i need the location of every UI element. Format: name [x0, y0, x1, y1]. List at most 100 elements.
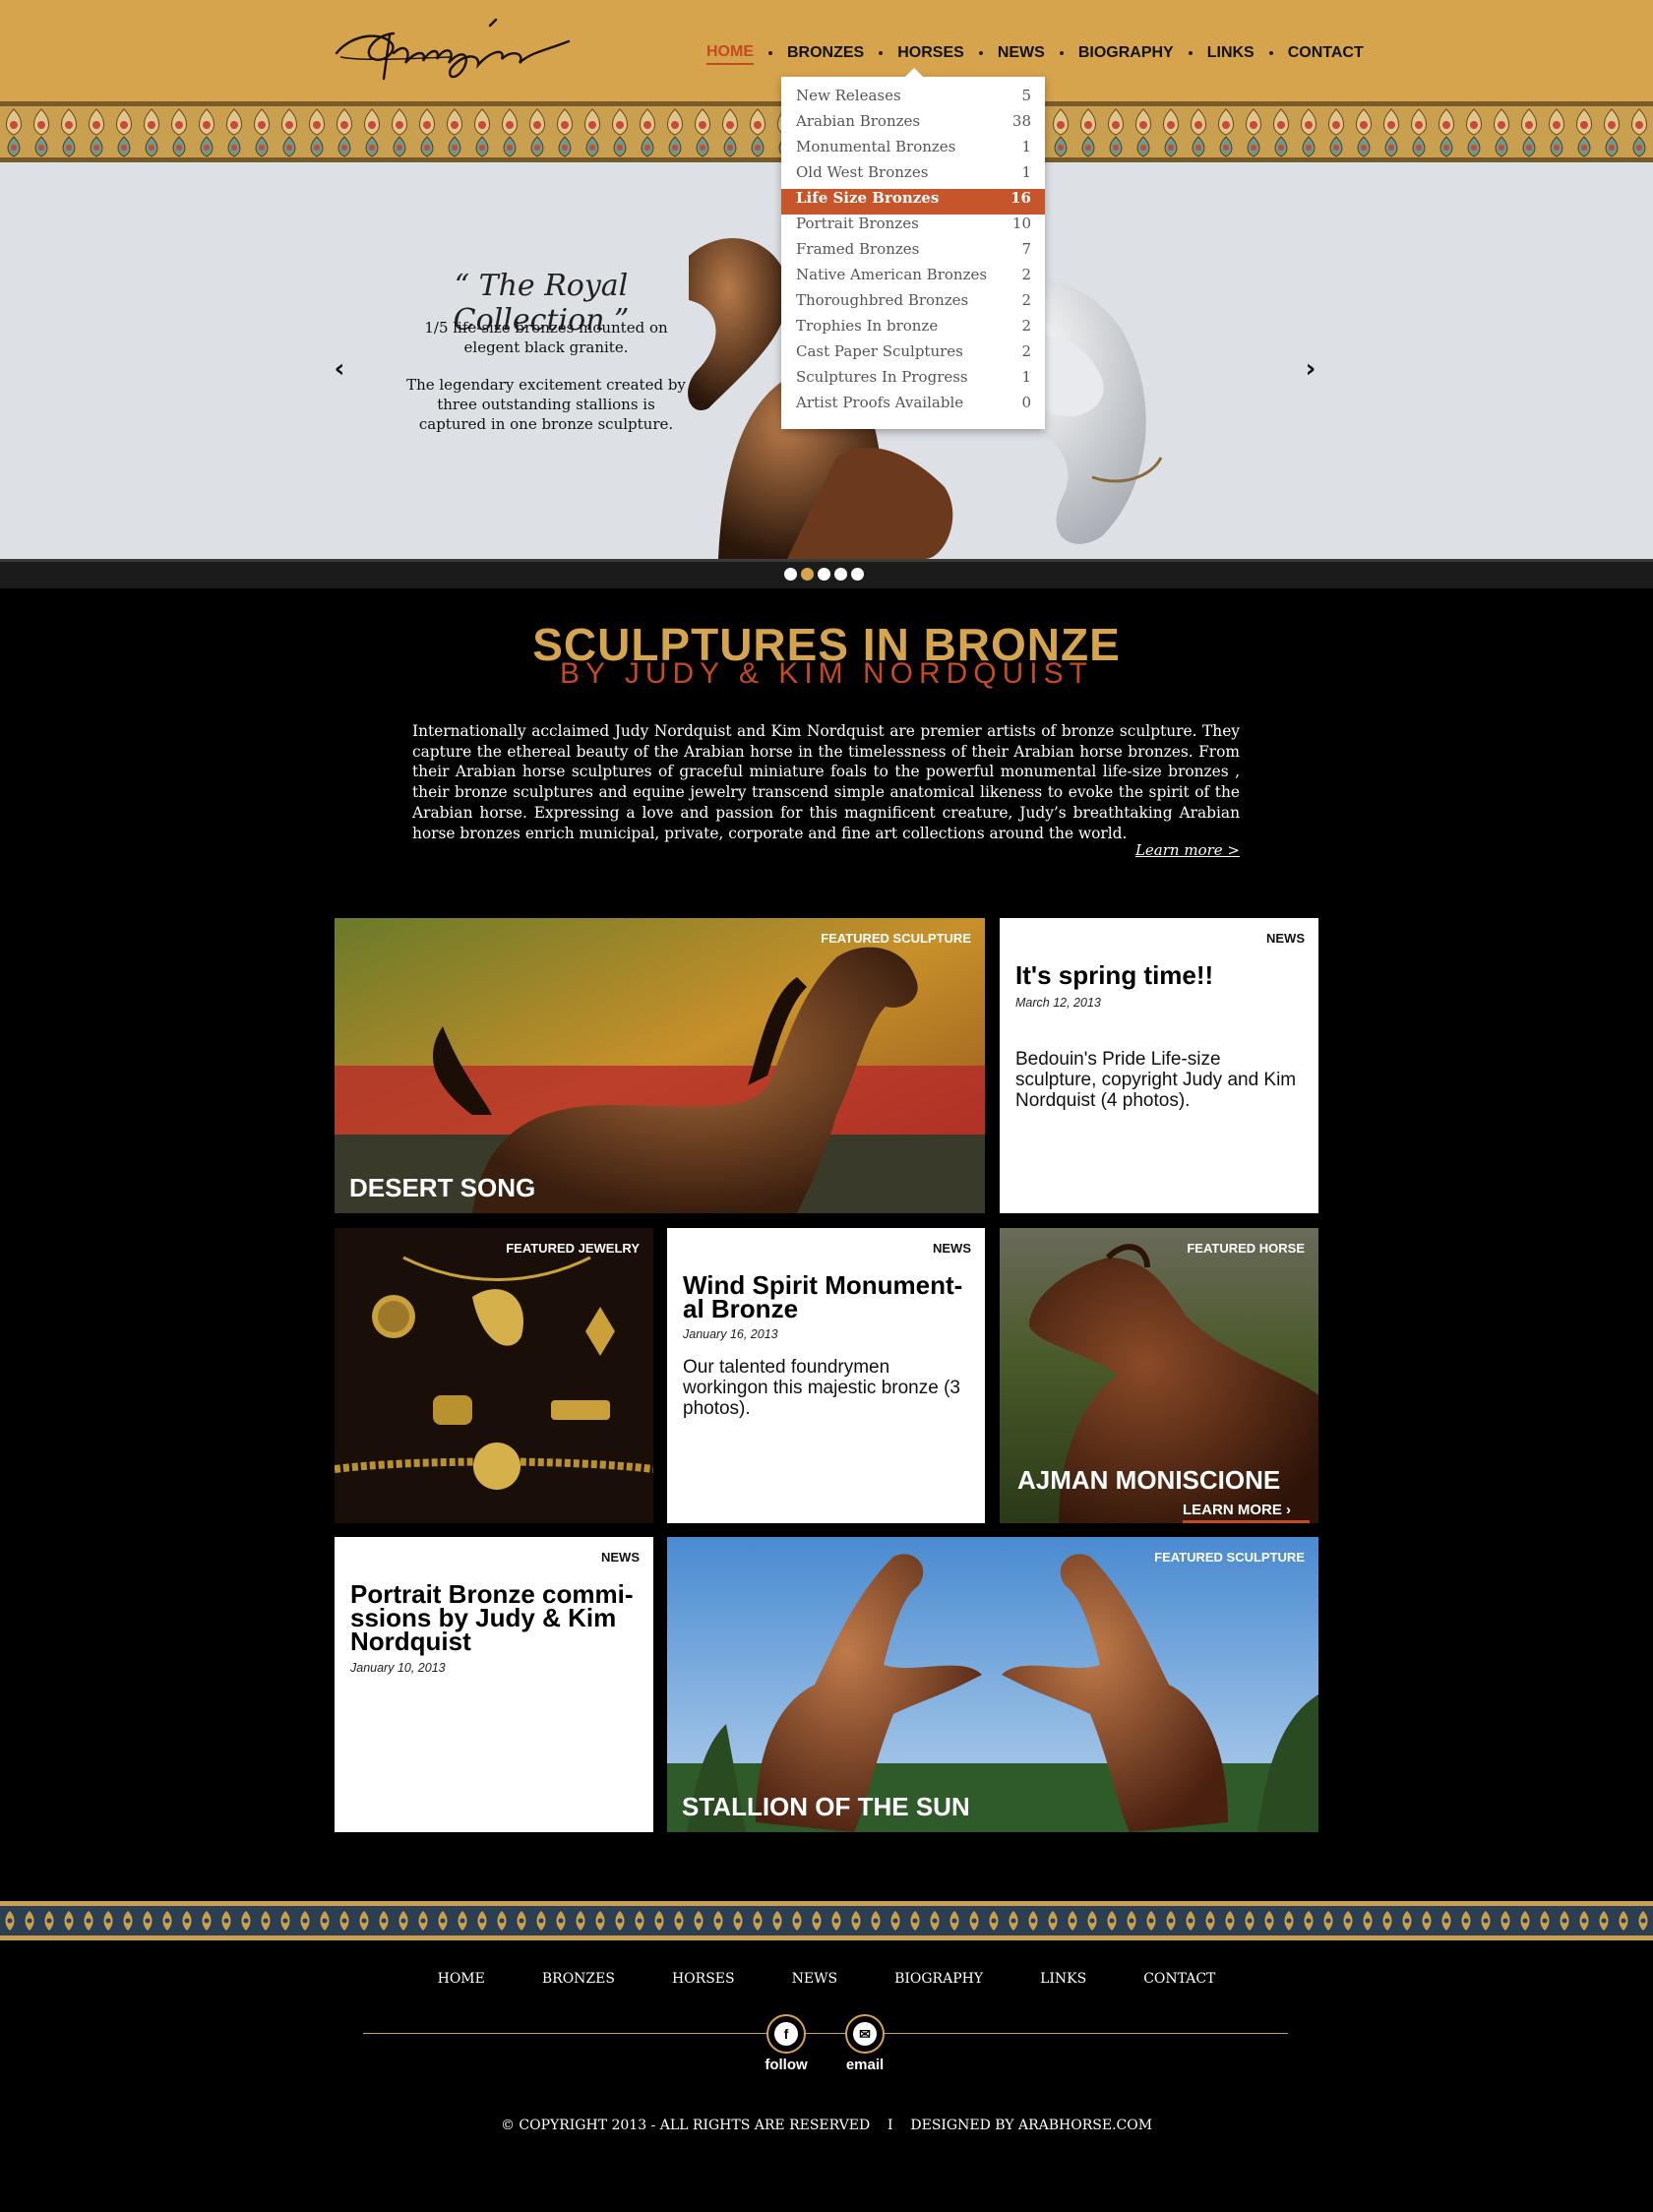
slide-dot[interactable] [851, 568, 864, 581]
dropdown-item-label: Arabian Bronzes [796, 112, 921, 130]
dropdown-item-artist-proofs-available[interactable]: Artist Proofs Available 0 [781, 394, 1045, 419]
dropdown-item-cast-paper-sculptures[interactable]: Cast Paper Sculptures 2 [781, 342, 1045, 368]
tile-title: STALLION OF THE SUN [682, 1792, 970, 1821]
dropdown-item-count: 2 [1021, 291, 1031, 309]
hero-description: 1/5 life-size bronzes mounted on elegent… [424, 319, 668, 356]
ornamental-border-footer [0, 1901, 1653, 1940]
news-title: Wind Spirit Monument-al Bronze [683, 1270, 963, 1323]
dropdown-item-label: Cast Paper Sculptures [796, 342, 963, 360]
nav-separator [978, 51, 983, 55]
news-card-spring-time[interactable]: NEWS It's spring time!! March 12, 2013 B… [1000, 918, 1318, 1213]
nav-bronzes[interactable]: BRONZES [787, 42, 864, 64]
dropdown-item-label: Old West Bronzes [796, 163, 929, 181]
dropdown-item-arabian-bronzes[interactable]: Arabian Bronzes 38 [781, 112, 1045, 138]
slide-dot[interactable] [818, 568, 830, 581]
tile-tag: FEATURED HORSE [1187, 1241, 1305, 1256]
dropdown-item-label: Native American Bronzes [796, 266, 988, 283]
follow-label: follow [765, 2057, 808, 2073]
footer-link-bronzes[interactable]: BRONZES [542, 1971, 615, 1987]
nav-separator [1059, 51, 1064, 55]
slide-dot[interactable] [784, 568, 797, 581]
featured-horse-ajman-moniscione[interactable]: FEATURED HORSE AJMAN MONISCIONE LEARN MO… [1000, 1228, 1318, 1523]
footer-link-contact[interactable]: CONTACT [1143, 1971, 1215, 1987]
nav-biography[interactable]: BIOGRAPHY [1078, 42, 1174, 64]
news-card-portrait-bronze[interactable]: NEWS Portrait Bronze commi-ssions by Jud… [335, 1537, 653, 1832]
news-excerpt: Bedouin's Pride Life-size sculpture, cop… [1015, 1049, 1297, 1111]
footer-link-news[interactable]: NEWS [792, 1971, 837, 1987]
hero-description-secondary: The legendary excitement created by thre… [406, 376, 686, 433]
dropdown-item-thoroughbred-bronzes[interactable]: Thoroughbred Bronzes 2 [781, 291, 1045, 317]
nav-separator [1268, 51, 1273, 55]
dropdown-item-framed-bronzes[interactable]: Framed Bronzes 7 [781, 240, 1045, 266]
dropdown-item-monumental-bronzes[interactable]: Monumental Bronzes 1 [781, 138, 1045, 163]
dropdown-item-label: Framed Bronzes [796, 240, 920, 258]
slide-dot[interactable] [834, 568, 847, 581]
jewelry-photo [335, 1228, 653, 1523]
intro-body: Internationally acclaimed Judy Nordquist… [412, 722, 1240, 842]
dropdown-item-count: 2 [1021, 266, 1031, 283]
featured-sculpture-desert-song[interactable]: FEATURED SCULPTURE DESERT SONG [335, 918, 985, 1213]
tile-tag: FEATURED SCULPTURE [1154, 1550, 1305, 1565]
nordquist-signature-logo[interactable] [333, 14, 573, 94]
news-title: It's spring time!! [1015, 960, 1214, 990]
email-label: email [845, 2057, 885, 2073]
slider-pagination [784, 568, 868, 581]
tile-tag: FEATURED JEWELRY [506, 1241, 640, 1256]
dropdown-item-label: Monumental Bronzes [796, 138, 956, 155]
news-date: January 10, 2013 [350, 1661, 446, 1675]
nav-news[interactable]: NEWS [998, 42, 1045, 64]
dropdown-item-count: 5 [1021, 87, 1031, 104]
dropdown-item-count: 2 [1021, 342, 1031, 360]
copyright-text: © COPYRIGHT 2013 - ALL RIGHTS ARE RESERV… [500, 2118, 1153, 2133]
email-button[interactable]: ✉ [845, 2014, 885, 2054]
footer-link-biography[interactable]: BIOGRAPHY [894, 1971, 983, 1987]
dropdown-item-trophies-in-bronze[interactable]: Trophies In bronze 2 [781, 317, 1045, 342]
learn-more-link[interactable]: Learn more > [1082, 841, 1240, 859]
dropdown-item-life-size-bronzes[interactable]: Life Size Bronzes 16 [781, 189, 1045, 215]
footer-link-horses[interactable]: HORSES [672, 1971, 735, 1987]
nav-home[interactable]: HOME [706, 41, 754, 65]
nav-separator [768, 51, 772, 55]
slider-prev-arrow-icon[interactable]: ‹ [328, 354, 351, 384]
tile-tag: NEWS [1266, 931, 1305, 946]
news-excerpt: Our talented foundrymen workingon this m… [683, 1357, 960, 1419]
tile-tag: FEATURED SCULPTURE [821, 931, 971, 946]
chevron-right-icon: › [1286, 1502, 1292, 1518]
featured-sculpture-stallion-of-the-sun[interactable]: FEATURED SCULPTURE STALLION OF THE SUN [667, 1537, 1318, 1832]
learn-more-label: LEARN MORE [1183, 1502, 1282, 1518]
slide-dot-active[interactable] [801, 568, 814, 581]
facebook-follow-button[interactable]: f [766, 2014, 806, 2054]
nav-links[interactable]: LINKS [1207, 42, 1255, 64]
news-date: January 16, 2013 [683, 1327, 778, 1341]
learn-more-underline [1183, 1520, 1310, 1523]
slider-next-arrow-icon[interactable]: › [1299, 354, 1322, 384]
nav-horses[interactable]: HORSES [897, 42, 964, 64]
tile-tag: NEWS [933, 1241, 971, 1256]
dropdown-item-count: 1 [1021, 138, 1031, 155]
bronzes-dropdown-menu: New Releases 5 Arabian Bronzes 38 Monument… [781, 68, 1045, 429]
dropdown-item-label: Thoroughbred Bronzes [796, 291, 969, 309]
dropdown-item-label: Trophies In bronze [796, 317, 939, 335]
main-nav: HOME BRONZES HORSES NEWS BIOGRAPHY LINKS… [706, 41, 1364, 65]
dropdown-item-old-west-bronzes[interactable]: Old West Bronzes 1 [781, 163, 1045, 189]
nav-contact[interactable]: CONTACT [1288, 42, 1364, 64]
dropdown-item-sculptures-in-progress[interactable]: Sculptures In Progress 1 [781, 368, 1045, 394]
featured-jewelry[interactable]: FEATURED JEWELRY [335, 1228, 653, 1523]
footer-divider [363, 2033, 1288, 2034]
dropdown-item-label: Portrait Bronzes [796, 215, 919, 232]
dropdown-item-count: 0 [1021, 394, 1031, 411]
dropdown-item-portrait-bronzes[interactable]: Portrait Bronzes 10 [781, 215, 1045, 240]
dropdown-item-count: 7 [1021, 240, 1031, 258]
news-date: March 12, 2013 [1015, 996, 1101, 1010]
email-icon: ✉ [853, 2022, 877, 2046]
news-card-wind-spirit[interactable]: NEWS Wind Spirit Monument-al Bronze Janu… [667, 1228, 985, 1523]
dropdown-item-native-american-bronzes[interactable]: Native American Bronzes 2 [781, 266, 1045, 291]
dropdown-item-new-releases[interactable]: New Releases 5 [781, 87, 1045, 112]
dropdown-item-count: 2 [1021, 317, 1031, 335]
dropdown-item-count: 1 [1021, 368, 1031, 386]
news-title: Portrait Bronze commi-ssions by Judy & K… [350, 1579, 634, 1656]
learn-more-button[interactable]: LEARN MORE › [1183, 1502, 1291, 1518]
footer-link-links[interactable]: LINKS [1040, 1971, 1086, 1987]
footer-link-home[interactable]: HOME [438, 1971, 485, 1987]
tile-title: DESERT SONG [349, 1173, 536, 1202]
